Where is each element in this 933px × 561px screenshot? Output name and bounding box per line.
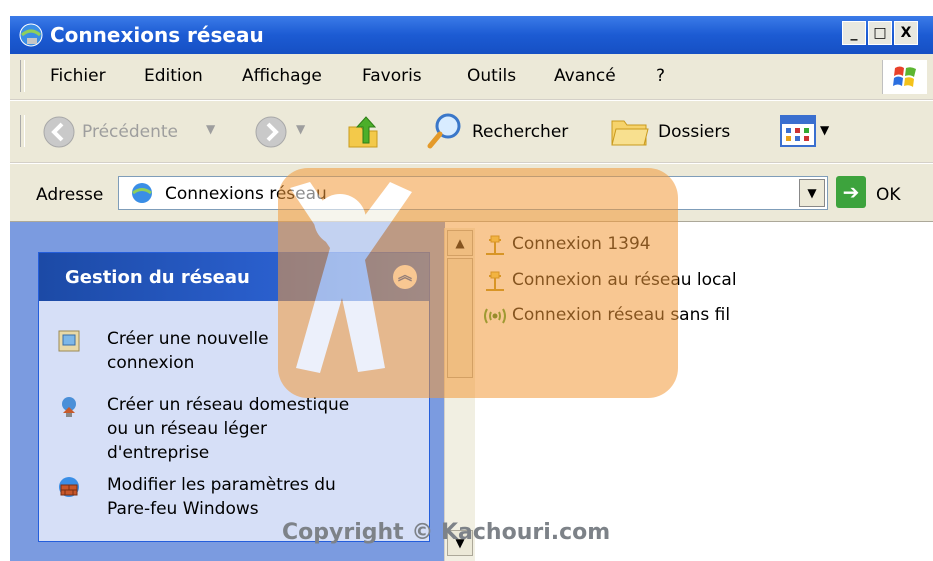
connection-label: Connexion 1394 — [512, 234, 651, 254]
folders-button[interactable]: Dossiers — [658, 122, 730, 142]
menu-fichier[interactable]: Fichier — [50, 66, 106, 86]
address-label: Adresse — [36, 185, 104, 205]
toolbar-grip[interactable] — [20, 115, 25, 147]
toolbar: Précédente ▼ ▼ Rechercher Dossiers ▼ — [10, 101, 933, 163]
window-title: Connexions réseau — [50, 23, 264, 47]
search-button[interactable]: Rechercher — [472, 122, 568, 142]
network-tasks-header[interactable]: Gestion du réseau ︽ — [39, 253, 429, 301]
go-arrow-icon[interactable]: ➔ — [836, 176, 866, 208]
network-connection-icon — [486, 235, 504, 255]
windows-logo-icon — [882, 60, 927, 94]
address-value: Connexions réseau — [165, 184, 327, 204]
task-pane: Gestion du réseau ︽ Créer une nouvelle c… — [10, 222, 445, 561]
window-titlebar[interactable]: Connexions réseau _ □ X — [10, 16, 933, 54]
address-field[interactable]: Connexions réseau ▼ — [118, 176, 828, 210]
views-button[interactable]: ▼ — [780, 115, 834, 149]
back-label: Précédente — [82, 122, 178, 142]
scroll-up-arrow-icon[interactable]: ▲ — [447, 230, 473, 256]
collapse-chevron-icon[interactable]: ︽ — [393, 265, 417, 289]
task-line: connexion — [107, 353, 195, 373]
menu-grip[interactable] — [20, 60, 25, 92]
connection-label: Connexion réseau sans fil — [512, 305, 731, 325]
up-folder-icon[interactable] — [346, 113, 380, 151]
network-tasks-box: Gestion du réseau ︽ Créer une nouvelle c… — [38, 252, 430, 542]
connection-label: Connexion au réseau local — [512, 270, 737, 290]
task-line: Créer un réseau domestique — [107, 395, 350, 415]
address-dropdown-button[interactable]: ▼ — [799, 179, 825, 207]
task-line: Modifier les paramètres du — [107, 475, 336, 495]
forward-dropdown-icon: ▼ — [296, 122, 306, 136]
wireless-connection-icon — [484, 308, 506, 324]
network-connections-icon — [132, 183, 152, 203]
task-firewall-settings[interactable]: Modifier les paramètres du Pare-feu Wind… — [107, 473, 407, 521]
task-line: Pare-feu Windows — [107, 499, 259, 519]
task-new-connection[interactable]: Créer une nouvelle connexion — [107, 327, 407, 375]
menu-help[interactable]: ? — [656, 66, 665, 86]
task-line: Créer une nouvelle — [107, 329, 269, 349]
folders-icon — [611, 120, 649, 146]
new-connection-icon — [58, 330, 80, 352]
minimize-button[interactable]: _ — [842, 21, 866, 45]
menu-outils[interactable]: Outils — [467, 66, 516, 86]
menu-bar: Fichier Edition Affichage Favoris Outils… — [10, 54, 933, 100]
menu-favoris[interactable]: Favoris — [362, 66, 422, 86]
menu-avance[interactable]: Avancé — [554, 66, 616, 86]
scroll-thumb[interactable] — [447, 258, 473, 378]
forward-arrow-icon — [255, 116, 287, 148]
menu-affichage[interactable]: Affichage — [242, 66, 322, 86]
copyright-watermark: Copyright © Kachouri.com — [282, 520, 611, 545]
menu-edition[interactable]: Edition — [144, 66, 203, 86]
views-dropdown-icon: ▼ — [820, 123, 830, 137]
network-tasks-title: Gestion du réseau — [65, 267, 250, 288]
views-icon — [780, 115, 816, 147]
back-button[interactable]: Précédente ▼ — [38, 111, 248, 153]
back-arrow-icon — [43, 116, 75, 148]
task-line: d'entreprise — [107, 443, 210, 463]
home-network-icon — [62, 397, 76, 417]
go-button[interactable]: OK — [876, 185, 901, 205]
task-pane-scrollbar[interactable]: ▲ ▼ — [444, 228, 475, 561]
close-button[interactable]: X — [894, 21, 918, 45]
firewall-icon — [59, 477, 79, 497]
address-bar: Adresse Connexions réseau ▼ ➔ OK — [10, 164, 933, 222]
network-connections-icon — [19, 23, 43, 47]
task-line: ou un réseau léger — [107, 419, 267, 439]
task-home-network[interactable]: Créer un réseau domestique ou un réseau … — [107, 393, 407, 465]
maximize-button[interactable]: □ — [868, 21, 892, 45]
forward-button[interactable]: ▼ — [252, 111, 324, 153]
search-icon — [427, 113, 461, 149]
network-connection-icon — [486, 271, 504, 291]
back-dropdown-icon: ▼ — [206, 122, 216, 136]
